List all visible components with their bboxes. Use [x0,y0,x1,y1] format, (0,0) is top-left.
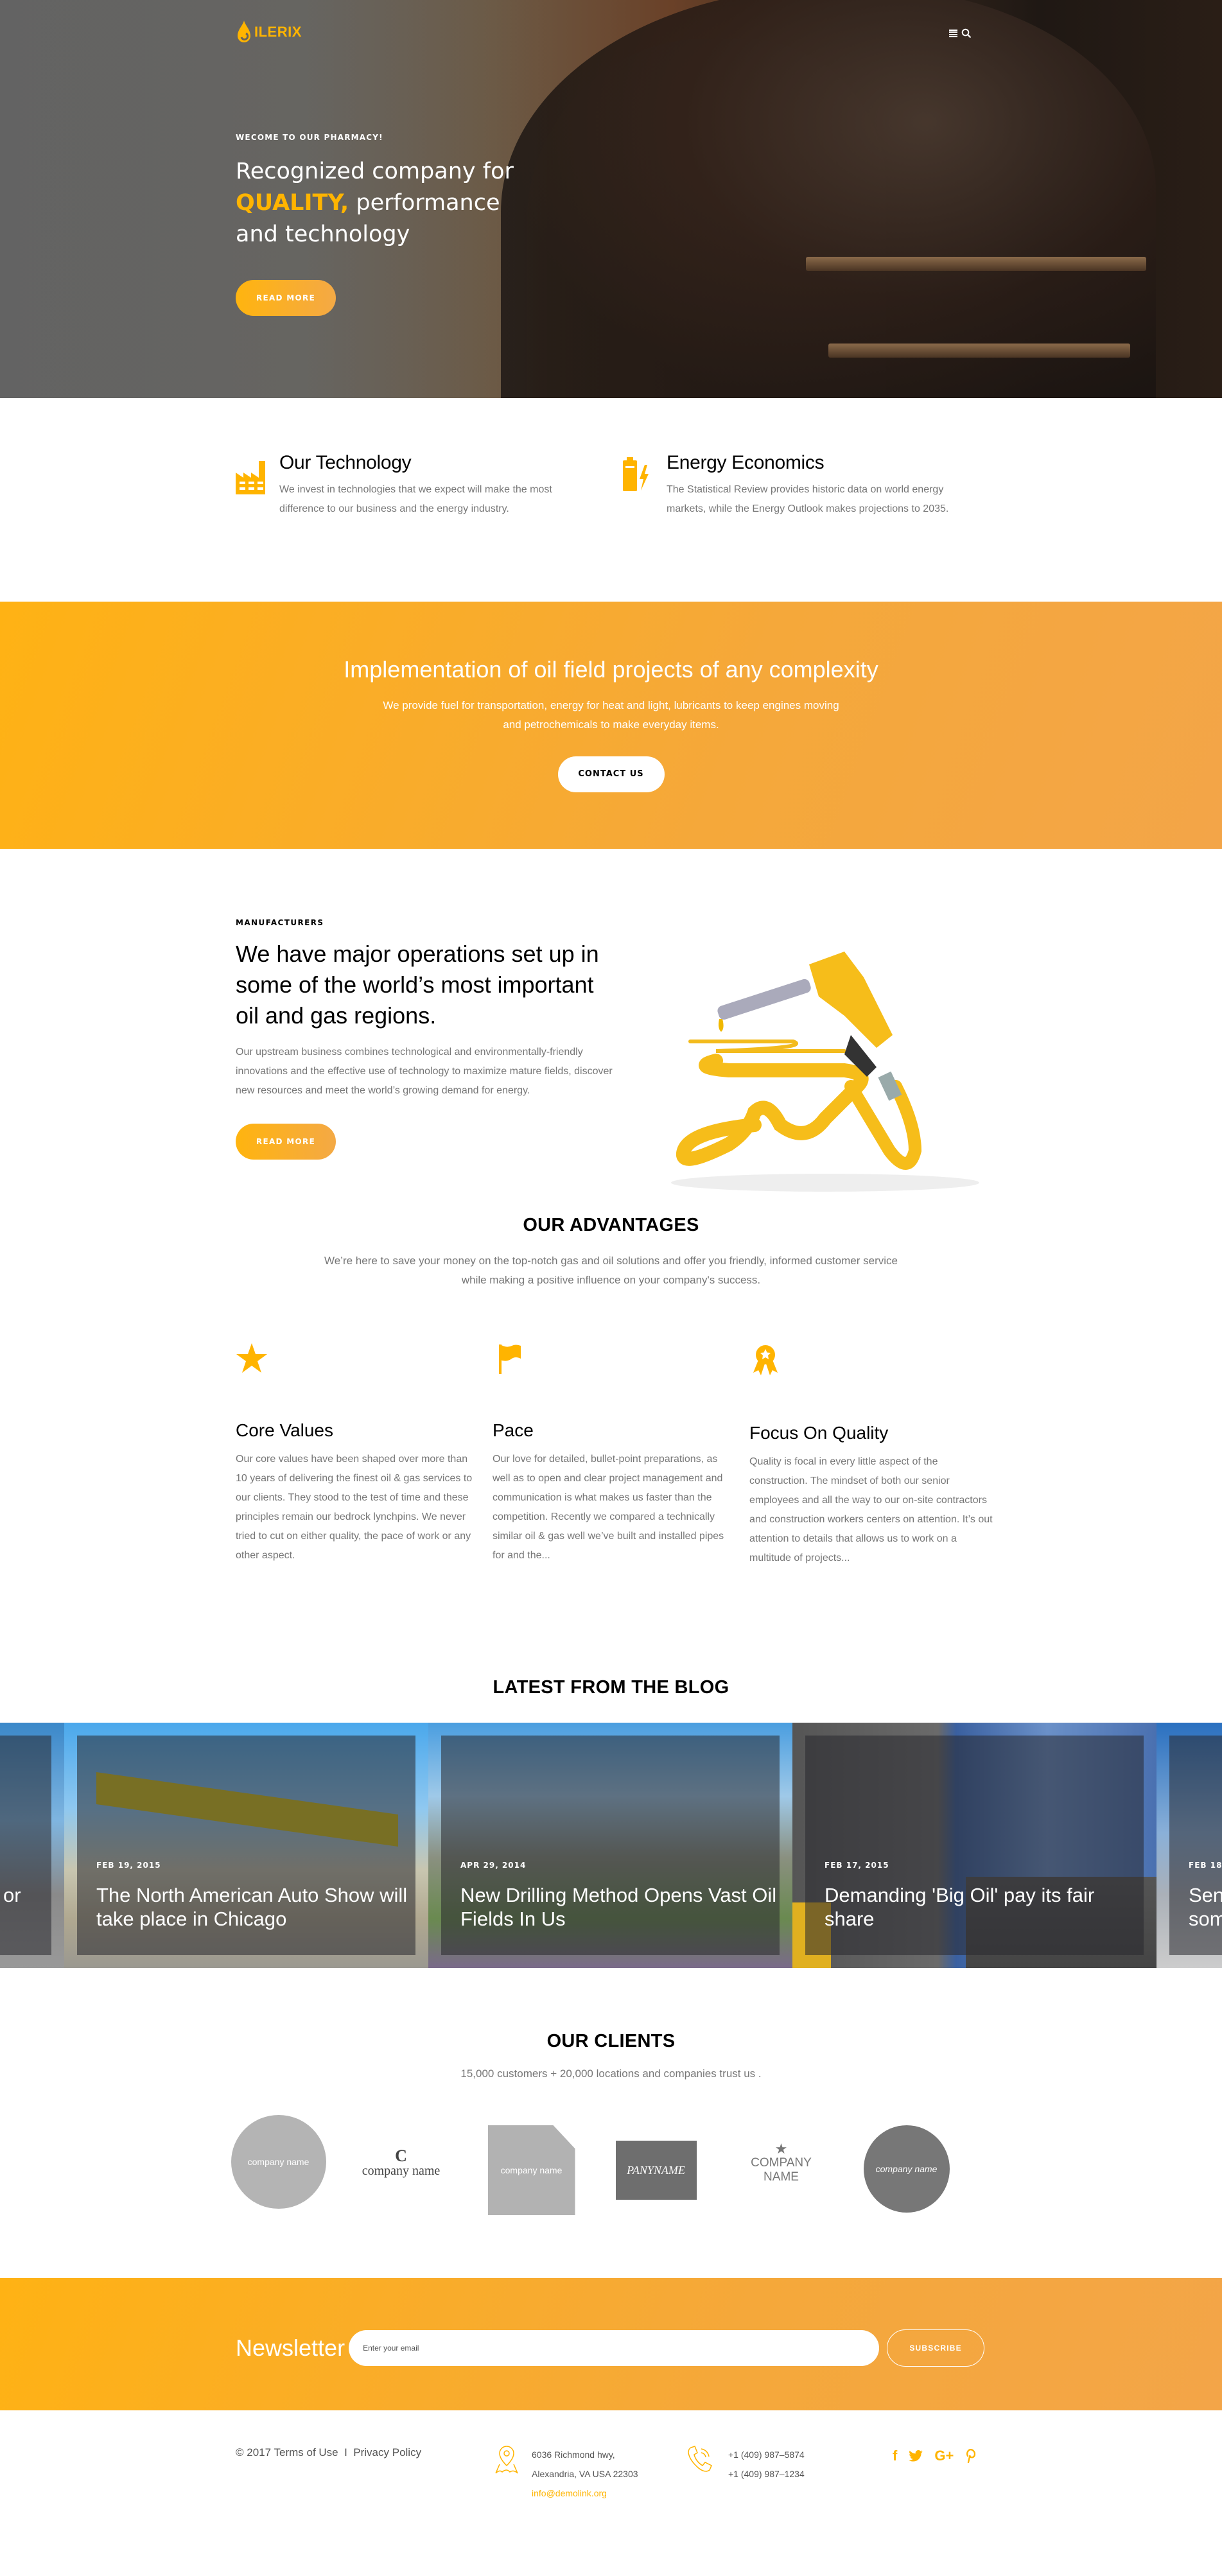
feature-item: Energy Economics The Statistical Review … [622,452,968,519]
advantage-item: Focus On Quality Quality is focal in eve… [749,1343,993,1568]
client-logos: company name C company name company name… [220,2115,1003,2231]
map-pin-icon [495,2446,518,2474]
client-logo[interactable]: C company name [353,2141,450,2186]
twitter-icon[interactable] [909,2450,923,2462]
google-plus-icon[interactable]: G+ [934,2448,954,2464]
manufacturers-section: MANUFACTURERS We have major operations s… [0,849,1222,1215]
blog-post[interactable]: FEB 17, 2015 Demanding 'Big Oil' pay its… [792,1723,1157,1968]
manufacturers-text: Our upstream business combines technolog… [236,1047,613,1096]
blog-post-date: APR 29, 2014 [460,1861,527,1870]
feature-title: Energy Economics [667,452,825,473]
phone-number[interactable]: +1 (409) 987–1234 [728,2464,805,2484]
phone-icon [688,2446,712,2472]
client-logo[interactable]: company name [231,2115,326,2209]
address-line-2: Alexandria, VA USA 22303 [532,2469,638,2479]
facebook-icon[interactable]: f [893,2448,897,2464]
footer-copyright: © 2017 Terms of Use I Privacy Policy [236,2446,422,2459]
contact-us-button[interactable]: CONTACT US [557,756,665,792]
menu-icon[interactable] [949,29,957,38]
manufacturers-kicker: MANUFACTURERS [236,918,324,927]
flag-icon [499,1345,521,1374]
newsletter-email-input[interactable] [349,2330,880,2366]
header-icons [949,28,972,39]
advantage-title: Core Values [236,1420,334,1440]
hero-title: Recognized company for QUALITY, performa… [236,159,514,247]
client-logo[interactable]: PANYNAME [615,2141,697,2200]
advantages-title: OUR ADVANTAGES [523,1215,699,1235]
cta-section: Implementation of oil field projects of … [0,602,1222,849]
star-icon [236,1343,267,1373]
fuel-nozzle-hose-image [671,952,979,1192]
blog-post-title: The North American Auto Show will take p… [96,1884,408,1930]
hero-read-more-button[interactable]: READ MORE [236,280,336,316]
clients-section: OUR CLIENTS 15,000 customers + 20,000 lo… [0,1970,1222,2278]
social-links: f G+ [893,2448,976,2464]
feature-text: We invest in technologies that we expect… [279,484,552,514]
pinterest-icon[interactable] [965,2449,976,2463]
cta-title: Implementation of oil field projects of … [344,656,878,683]
advantage-item: Core Values Our core values have been sh… [236,1343,480,1565]
blog-post-title: Demanding 'Big Oil' pay its fair share [825,1884,1095,1930]
advantage-item: Pace Our love for detailed, bullet-point… [493,1343,737,1565]
manufacturers-title: We have major operations set up in some … [236,941,599,1029]
feature-text: The Statistical Review provides historic… [667,484,949,514]
client-logo[interactable]: company name [863,2125,950,2213]
blog-post-title: or [3,1884,21,1906]
page: ILERIX WECOME TO OUR PHARMACY! Recognize… [0,0,1222,2552]
clients-subtitle: 15,000 customers + 20,000 locations and … [460,2067,762,2080]
blog-post[interactable]: APR 29, 2014 New Drilling Method Opens V… [428,1723,792,1968]
client-logo-star-icon: ★ [774,2141,788,2157]
hero-content: WECOME TO OUR PHARMACY! Recognized compa… [236,133,570,316]
blog-post-title: New Drilling Method Opens Vast Oil Field… [460,1884,777,1930]
blog-title: LATEST FROM THE BLOG [493,1677,729,1698]
manufacturers-read-more-button[interactable]: READ MORE [236,1124,336,1160]
blog-post-date: FEB 17, 2015 [825,1861,889,1870]
advantage-title: Focus On Quality [749,1423,889,1443]
logo[interactable]: ILERIX [236,21,302,44]
footer-phones: +1 (409) 987–5874 +1 (409) 987–1234 [686,2445,805,2484]
subscribe-button[interactable]: SUBSCRIBE [887,2329,985,2367]
footer: © 2017 Terms of Use I Privacy Policy 603… [0,2410,1222,2552]
advantage-text: Our core values have been shaped over mo… [236,1454,473,1561]
phone-number[interactable]: +1 (409) 987–5874 [728,2445,805,2464]
cta-text: We provide fuel for transportation, ener… [383,699,839,731]
award-ribbon-icon [753,1345,778,1375]
advantage-title: Pace [493,1420,534,1440]
features-section: Our Technology We invest in technologies… [0,398,1222,602]
search-icon[interactable] [961,28,972,39]
blog-post-title: Sen som [1189,1884,1222,1930]
feature-title: Our Technology [279,452,412,473]
hero-title-highlight: QUALITY, [236,190,349,216]
hero-kicker: WECOME TO OUR PHARMACY! [236,133,383,142]
feature-item: Our Technology We invest in technologies… [236,452,594,519]
blog-post-date: FEB 19, 2015 [96,1861,161,1870]
newsletter-section: Newsletter SUBSCRIBE [0,2278,1222,2410]
privacy-link[interactable]: Privacy Policy [353,2446,421,2459]
client-logo[interactable]: ★ COMPANY NAME [737,2141,826,2186]
battery-bolt-icon [623,457,649,491]
advantages-section: OUR ADVANTAGES We’re here to save your m… [0,1215,1222,1677]
logo-text: ILERIX [254,24,302,40]
footer-address: 6036 Richmond hwy, Alexandria, VA USA 22… [494,2445,638,2503]
advantage-text: Our love for detailed, bullet-point prep… [493,1454,724,1561]
advantages-subtitle: We’re here to save your money on the top… [324,1255,898,1286]
hero-section: ILERIX WECOME TO OUR PHARMACY! Recognize… [0,0,1222,398]
blog-post[interactable]: or [0,1723,64,1968]
blog-section: LATEST FROM THE BLOG or FEB 19, 2015 The… [0,1677,1222,1970]
blog-post-date: FEB 18 [1189,1861,1222,1870]
blog-post[interactable]: FEB 18 Sen som [1157,1723,1222,1968]
clients-title: OUR CLIENTS [546,2031,676,2051]
advantage-text: Quality is focal in every little aspect … [749,1456,993,1563]
email-link[interactable]: info@demolink.org [532,2484,638,2503]
blog-post[interactable]: FEB 19, 2015 The North American Auto Sho… [64,1723,428,1968]
oil-drop-logo-icon [238,21,250,42]
factory-icon [236,461,265,494]
newsletter-label: Newsletter [236,2335,345,2361]
blog-carousel: or FEB 19, 2015 The North American Auto … [0,1723,1222,1970]
client-logo-mark: C [395,2146,407,2165]
address-line-1: 6036 Richmond hwy, [532,2450,615,2460]
terms-link[interactable]: Terms of Use [274,2446,338,2459]
client-logo[interactable]: company name [487,2125,575,2215]
